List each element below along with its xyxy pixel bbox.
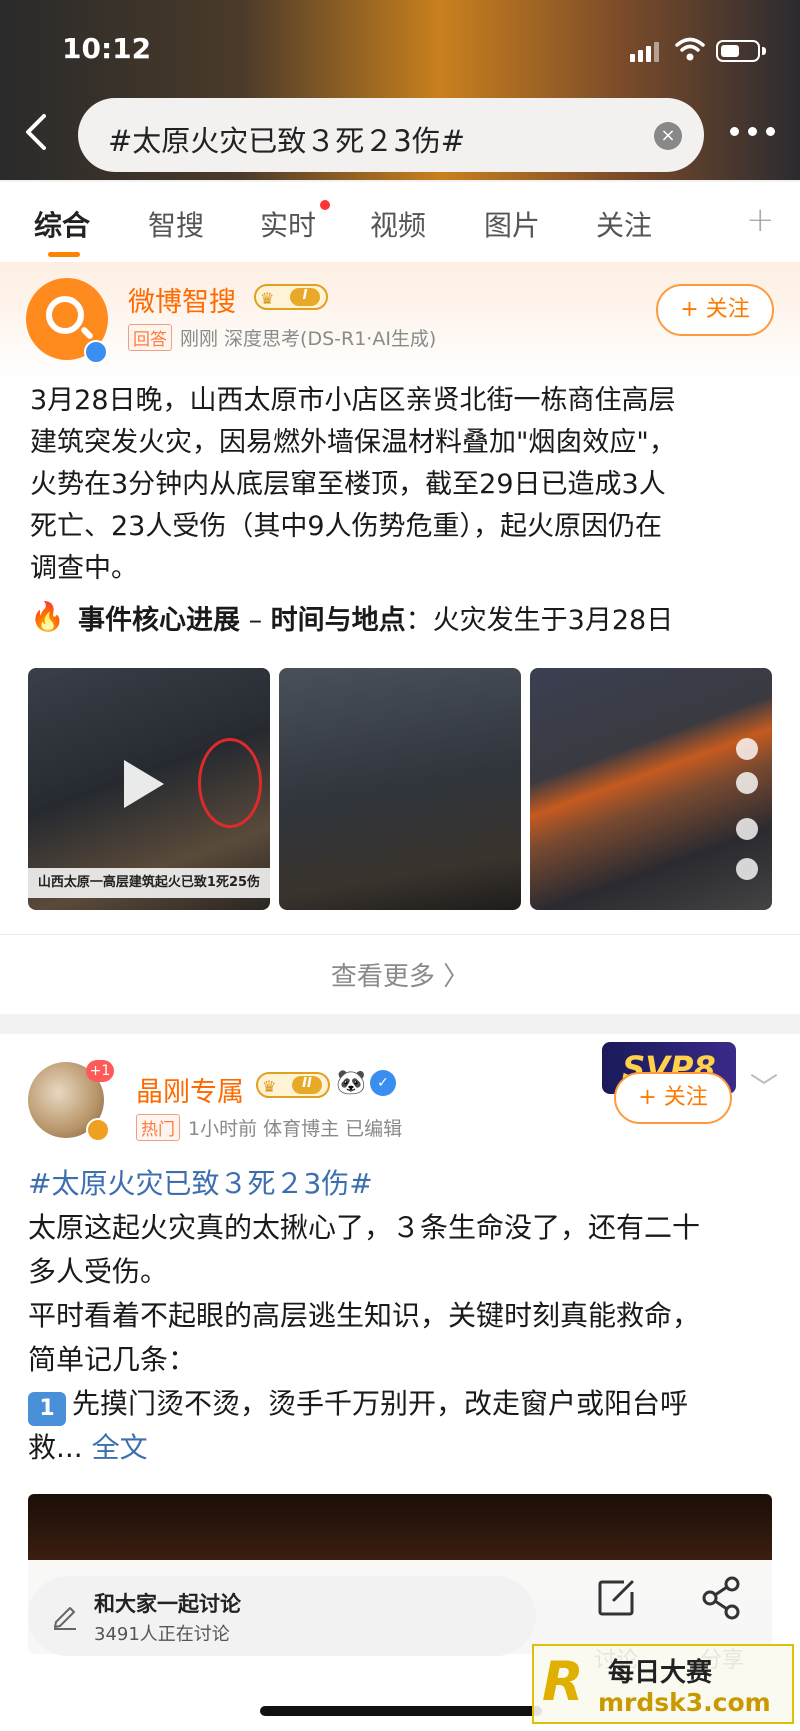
full-text-link[interactable]: 全文 bbox=[92, 1431, 148, 1464]
follow-button[interactable]: + 关注 bbox=[656, 284, 774, 336]
item-text: 先摸门烫不烫，烫手千万别开，改走窗户或阳台呼 bbox=[72, 1387, 689, 1420]
site-watermark: R 每日大赛 mrdsk3.com bbox=[532, 1644, 794, 1724]
answer-line: 建筑突发火灾，因易燃外墙保温材料叠加"烟囱效应"， bbox=[30, 427, 676, 458]
vip-badge: ♛ II bbox=[256, 1072, 330, 1098]
hashtag-link[interactable]: #太原火灾已致３死２3伤# bbox=[28, 1162, 373, 1202]
core-dash: – bbox=[240, 605, 271, 636]
see-more-link[interactable]: 查看更多 〉 bbox=[0, 956, 800, 993]
post-line: 平时看着不起眼的高层逃生知识，关键时刻真能救命， bbox=[28, 1299, 701, 1332]
discuss-input[interactable]: 和大家一起讨论 3491人正在讨论 bbox=[28, 1576, 536, 1656]
news-video-thumbnail[interactable]: 山西太原一高层建筑起火已致1死25伤 bbox=[28, 668, 270, 910]
crown-icon: ♛ bbox=[262, 1077, 277, 1096]
battery-tip bbox=[762, 47, 766, 55]
post-text: 太原这起火灾真的太揪心了，３条生命没了，还有二十 多人受伤。 平时看着不起眼的高… bbox=[28, 1206, 778, 1470]
tab-comprehensive[interactable]: 综合 bbox=[34, 204, 90, 244]
more-icon[interactable] bbox=[730, 124, 776, 138]
share-button[interactable]: 分享 bbox=[682, 1570, 762, 1673]
answer-text: 3月28日晚，山西太原市小店区亲贤北街一栋商住高层 建筑突发火灾，因易燃外墙保温… bbox=[30, 380, 778, 590]
discuss-title: 和大家一起讨论 bbox=[94, 1592, 241, 1616]
tab-bar: 综合 智搜 实时 视频 图片 关注 + bbox=[0, 182, 800, 262]
share-icon bbox=[702, 1576, 740, 1620]
highlight-circle bbox=[198, 738, 262, 828]
tab-images[interactable]: 图片 bbox=[484, 204, 540, 244]
divider bbox=[0, 934, 800, 935]
author-name[interactable]: 微博智搜 bbox=[128, 280, 236, 319]
plus-one-badge: +1 bbox=[86, 1060, 114, 1082]
verified-shield-icon: ✓ bbox=[370, 1070, 396, 1096]
signal-icon bbox=[630, 40, 660, 62]
core-title: 事件核心进展 bbox=[78, 605, 240, 636]
core-text: ：火灾发生于3月28日 bbox=[405, 605, 674, 636]
star-icon bbox=[736, 858, 758, 880]
search-bar[interactable]: #太原火灾已致３死２3伤# × bbox=[78, 98, 704, 172]
tab-following[interactable]: 关注 bbox=[596, 204, 652, 244]
meta-text: 刚刚 深度思考(DS-R1·AI生成) bbox=[180, 328, 437, 350]
post-line: 多人受伤。 bbox=[28, 1255, 169, 1288]
crown-icon: ♛ bbox=[260, 289, 275, 308]
home-indicator bbox=[260, 1706, 542, 1716]
vip-badge: ♛ I bbox=[254, 284, 328, 310]
vip-level: I bbox=[290, 288, 320, 306]
core-progress-line: 事件核心进展 – 时间与地点：火灾发生于3月28日 bbox=[78, 600, 673, 642]
search-handle bbox=[79, 325, 95, 341]
vip-level: II bbox=[292, 1076, 322, 1094]
comment-icon bbox=[736, 818, 758, 840]
verified-icon bbox=[84, 340, 108, 364]
meta-text: 1小时前 体育博主 已编辑 bbox=[188, 1118, 403, 1140]
play-icon[interactable] bbox=[124, 760, 164, 808]
author-name[interactable]: 晶刚专属 bbox=[136, 1070, 244, 1109]
post-line: 太原这起火灾真的太揪心了，３条生命没了，还有二十 bbox=[28, 1211, 701, 1244]
discuss-count: 3491人正在讨论 bbox=[94, 1624, 230, 1645]
status-time: 10:12 bbox=[62, 32, 152, 65]
answer-line: 3月28日晚，山西太原市小店区亲贤北街一栋商住高层 bbox=[30, 385, 676, 416]
search-input[interactable]: #太原火灾已致３死２3伤# bbox=[108, 118, 465, 160]
active-tab-indicator bbox=[48, 252, 80, 257]
fire-aerial-photo[interactable] bbox=[530, 668, 772, 910]
edit-comment-icon bbox=[598, 1580, 634, 1616]
fire-icon: 🔥 bbox=[30, 600, 65, 633]
post-meta: 回答 刚刚 深度思考(DS-R1·AI生成) bbox=[128, 324, 436, 351]
wifi-icon bbox=[675, 37, 705, 61]
follow-button[interactable]: + 关注 bbox=[614, 1072, 732, 1124]
avatar-icon bbox=[736, 738, 758, 760]
clear-icon[interactable]: × bbox=[654, 122, 682, 150]
panda-icon: 🐼 bbox=[336, 1068, 366, 1096]
post-line: 简单记几条： bbox=[28, 1343, 197, 1376]
item-text: 救... bbox=[28, 1431, 83, 1464]
tab-smart-search[interactable]: 智搜 bbox=[148, 204, 204, 244]
building-photo[interactable] bbox=[279, 668, 521, 910]
video-caption: 山西太原一高层建筑起火已致1死25伤 bbox=[28, 868, 270, 898]
answer-line: 火势在3分钟内从底层窜至楼顶，截至29日已造成3人 bbox=[30, 469, 666, 500]
post-line: 救... 全文 bbox=[28, 1426, 778, 1470]
tab-video[interactable]: 视频 bbox=[370, 204, 426, 244]
hot-tag: 热门 bbox=[136, 1114, 180, 1141]
new-dot bbox=[320, 200, 330, 210]
tab-realtime[interactable]: 实时 bbox=[260, 204, 316, 244]
add-tab-icon[interactable]: + bbox=[746, 200, 775, 240]
battery-icon bbox=[716, 40, 760, 62]
core-label: 时间与地点 bbox=[270, 605, 406, 636]
comment-button[interactable]: 讨论 bbox=[576, 1570, 656, 1673]
number-one-icon: 1 bbox=[28, 1392, 66, 1426]
search-lens-icon bbox=[46, 296, 84, 334]
verified-icon bbox=[86, 1118, 110, 1142]
status-bar: 10:12 bbox=[0, 30, 800, 70]
heart-icon bbox=[736, 772, 758, 794]
answer-tag: 回答 bbox=[128, 324, 172, 351]
chevron-down-icon[interactable]: ﹀ bbox=[750, 1066, 778, 1106]
post-meta: 热门 1小时前 体育博主 已编辑 bbox=[136, 1114, 402, 1141]
ai-answer-card: 微博智搜 ♛ I 回答 刚刚 深度思考(DS-R1·AI生成) + 关注 3月28… bbox=[0, 262, 800, 1014]
watermark-logo: R bbox=[542, 1650, 584, 1713]
answer-line: 死亡、23人受伤（其中9人伤势危重），起火原因仍在 bbox=[30, 511, 663, 542]
answer-line: 调查中。 bbox=[30, 553, 138, 584]
post-line: 1 先摸门烫不烫，烫手千万别开，改走窗户或阳台呼 bbox=[28, 1382, 778, 1426]
pen-icon bbox=[54, 1607, 76, 1630]
watermark-title: 每日大赛 bbox=[608, 1658, 713, 1688]
back-icon[interactable] bbox=[22, 112, 52, 152]
watermark-url: mrdsk3.com bbox=[598, 1688, 771, 1717]
